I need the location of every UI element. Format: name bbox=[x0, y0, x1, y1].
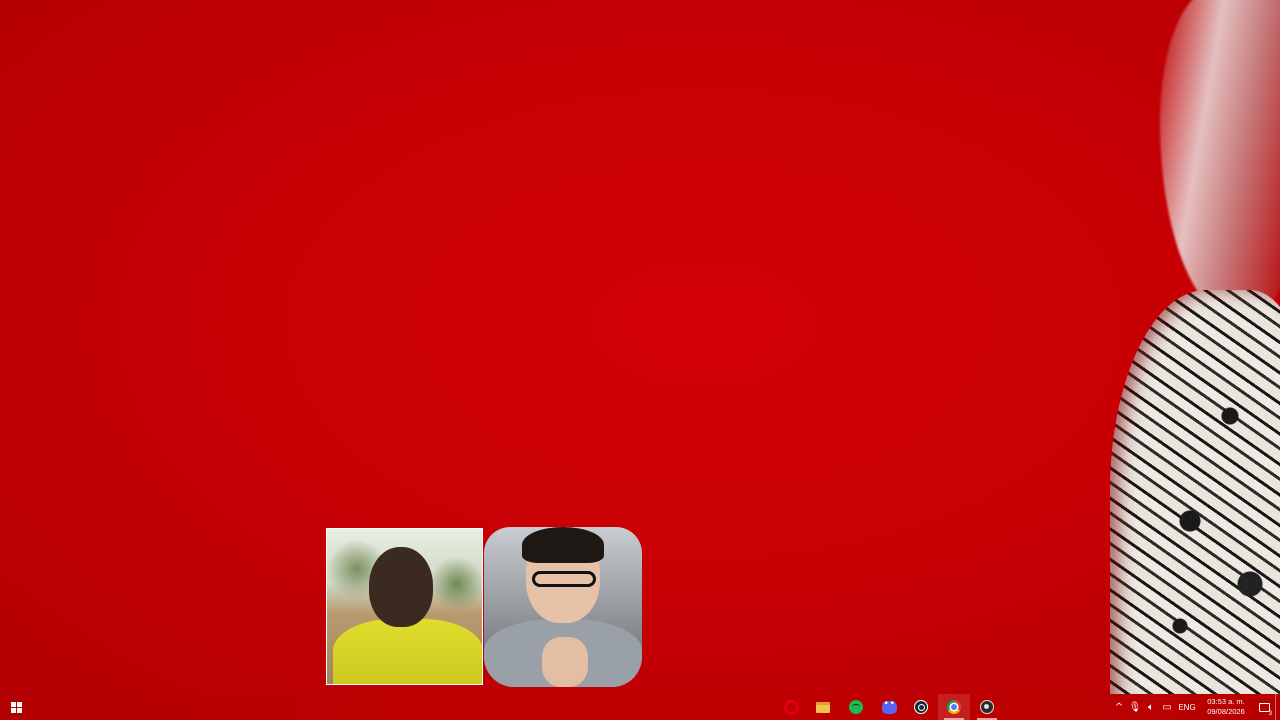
taskbar-app-file-explorer[interactable] bbox=[807, 694, 839, 720]
photo-subject-hair bbox=[522, 527, 604, 563]
windows-logo-icon bbox=[10, 701, 22, 713]
microphone-icon[interactable]: 🎙︎ bbox=[1127, 694, 1143, 720]
taskbar-app-spotify[interactable] bbox=[840, 694, 872, 720]
volume-icon[interactable]: 🔈︎ bbox=[1143, 694, 1159, 720]
desktop[interactable] bbox=[0, 0, 1280, 694]
photo-subject-hand bbox=[542, 637, 588, 687]
spotify-icon bbox=[849, 700, 863, 714]
taskbar-app-opera[interactable] bbox=[775, 694, 807, 720]
taskbar: ^ 🎙︎ 🔈︎ ▭ ENG 03:53 a. m. 09/08/2026 3 bbox=[0, 694, 1280, 720]
language-indicator[interactable]: ENG bbox=[1175, 694, 1199, 720]
photo-subject-glasses bbox=[532, 571, 596, 587]
start-button[interactable] bbox=[0, 694, 32, 720]
show-desktop-button[interactable] bbox=[1275, 694, 1280, 720]
photo-subject-head bbox=[369, 547, 433, 627]
steam-icon bbox=[914, 700, 928, 714]
notification-count: 3 bbox=[1268, 711, 1272, 717]
taskbar-app-chrome[interactable] bbox=[938, 694, 970, 720]
clock-date: 09/08/2026 bbox=[1207, 707, 1245, 716]
wallpaper-dress bbox=[1110, 290, 1280, 694]
taskbar-app-steam[interactable] bbox=[905, 694, 937, 720]
discord-icon bbox=[881, 699, 897, 714]
chrome-icon bbox=[947, 700, 961, 714]
taskbar-app-discord[interactable] bbox=[873, 694, 905, 720]
clock[interactable]: 03:53 a. m. 09/08/2026 bbox=[1199, 694, 1253, 720]
photo-background bbox=[432, 554, 482, 614]
photo-subject-body bbox=[333, 619, 482, 684]
notification-center-button[interactable]: 3 bbox=[1253, 694, 1275, 720]
folder-icon bbox=[816, 701, 830, 713]
show-hidden-icons-chevron[interactable]: ^ bbox=[1111, 694, 1127, 720]
clock-time: 03:53 a. m. bbox=[1207, 697, 1245, 706]
opera-icon bbox=[783, 699, 799, 715]
wallpaper-figure bbox=[1090, 0, 1280, 694]
wallpaper-hair bbox=[1160, 0, 1280, 320]
system-tray: ^ 🎙︎ 🔈︎ ▭ ENG 03:53 a. m. 09/08/2026 3 bbox=[1111, 694, 1280, 720]
photo-widget-man-yellow-jacket[interactable] bbox=[326, 528, 483, 685]
taskbar-app-obs[interactable] bbox=[971, 694, 1003, 720]
obs-icon bbox=[980, 700, 994, 714]
network-icon[interactable]: ▭ bbox=[1159, 694, 1175, 720]
photo-widget-man-glasses[interactable] bbox=[484, 527, 642, 687]
